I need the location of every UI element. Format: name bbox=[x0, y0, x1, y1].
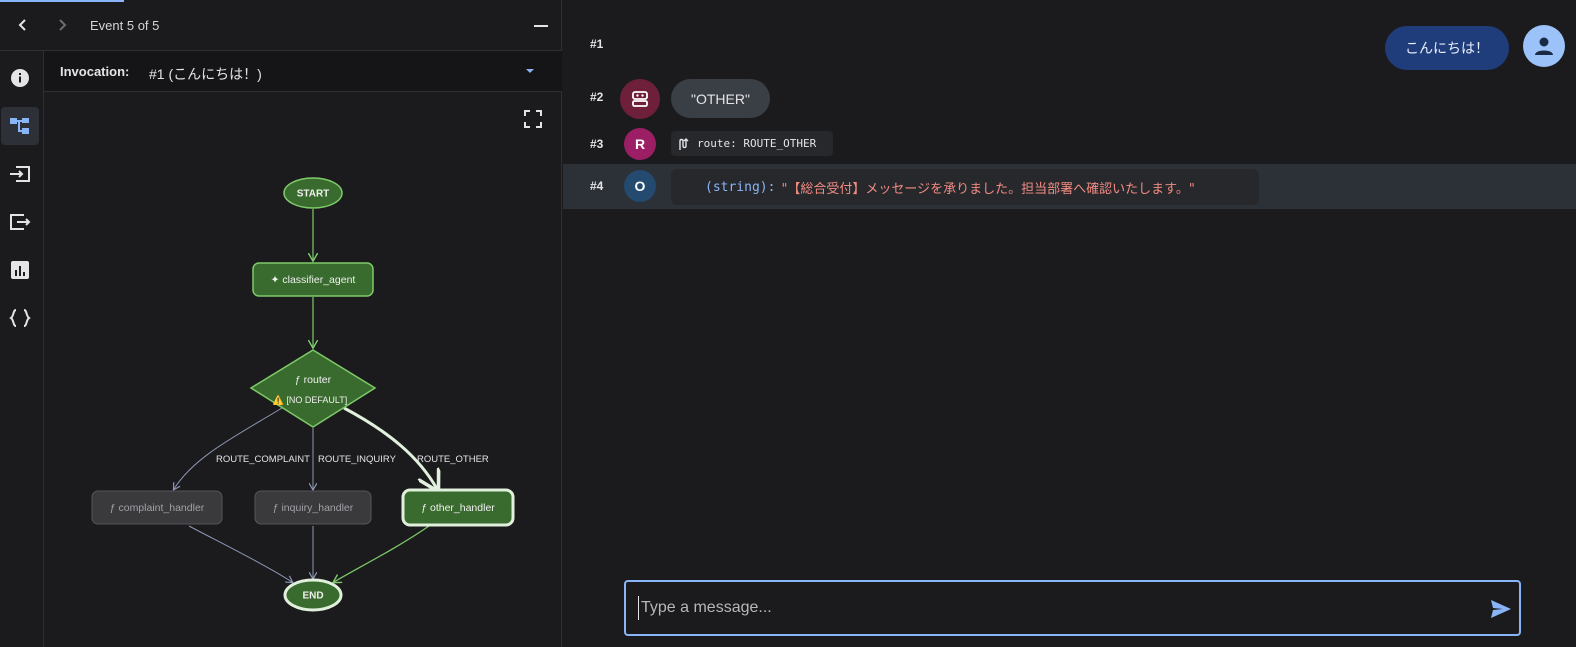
node-inquiry-handler[interactable]: ƒ inquiry_handler bbox=[254, 490, 372, 525]
route-icon bbox=[679, 137, 689, 150]
event-header: Event 5 of 5 bbox=[0, 0, 562, 51]
bot-avatar bbox=[620, 79, 660, 119]
invocation-bar: Invocation: #1 (こんにちは！) bbox=[44, 51, 562, 92]
minimize-icon bbox=[534, 25, 548, 27]
info-tab[interactable] bbox=[1, 59, 39, 97]
invocation-value: #1 (こんにちは！) bbox=[149, 66, 262, 82]
node-other-label: ƒ other_handler bbox=[421, 502, 495, 514]
invocation-select[interactable]: #1 (こんにちは！) bbox=[149, 57, 544, 85]
invocation-label: Invocation: bbox=[60, 64, 130, 79]
fullscreen-icon bbox=[524, 110, 542, 128]
output-tab[interactable] bbox=[1, 203, 39, 241]
node-other-handler[interactable]: ƒ other_handler bbox=[401, 488, 515, 527]
edge-label-other: ROUTE_OTHER bbox=[417, 454, 489, 465]
side-rail bbox=[0, 51, 44, 647]
robot-icon bbox=[632, 91, 648, 107]
node-start-label: START bbox=[297, 189, 330, 200]
node-complaint-label: ƒ complaint_handler bbox=[110, 502, 205, 514]
user-message-bubble[interactable]: こんにちは！ bbox=[1385, 26, 1509, 70]
output-colon: : bbox=[767, 179, 776, 195]
event-counter: Event 5 of 5 bbox=[90, 18, 160, 33]
chart-icon bbox=[11, 261, 29, 279]
graph-icon bbox=[10, 118, 29, 134]
fullscreen-button[interactable] bbox=[522, 108, 544, 130]
node-complaint-handler[interactable]: ƒ complaint_handler bbox=[91, 490, 223, 525]
chat-panel: #1 こんにちは！ #2 "OTHER" #3 R route: ROUTE_O… bbox=[563, 0, 1576, 647]
left-panel: Event 5 of 5 Invocation: #1 (こんにちは！) ROU… bbox=[0, 0, 562, 647]
chevron-right-icon bbox=[59, 19, 67, 31]
node-end[interactable]: END bbox=[283, 578, 343, 612]
caret-down-icon bbox=[526, 69, 534, 73]
chart-tab[interactable] bbox=[1, 251, 39, 289]
output-value: "【総合受付】メッセージを承りました。担当部署へ確認いたします。" bbox=[781, 181, 1195, 197]
graph-canvas: ROUTE_COMPLAINT ROUTE_INQUIRY ROUTE_OTHE… bbox=[91, 177, 515, 612]
edge-router-other bbox=[343, 406, 437, 489]
json-tab[interactable] bbox=[1, 299, 39, 337]
event-row-1[interactable]: #1 こんにちは！ bbox=[563, 0, 1576, 72]
next-event-button[interactable] bbox=[51, 14, 73, 36]
send-icon bbox=[1491, 600, 1511, 618]
graph-tab[interactable] bbox=[1, 107, 39, 145]
node-classifier-agent[interactable]: ✦ classifier_agent bbox=[252, 262, 374, 297]
node-router-label: ƒ router bbox=[295, 374, 332, 386]
minimize-button[interactable] bbox=[530, 14, 552, 36]
event-number: #4 bbox=[590, 179, 604, 193]
edge-complaint-end bbox=[188, 525, 292, 582]
input-tab[interactable] bbox=[1, 155, 39, 193]
node-end-label: END bbox=[302, 591, 323, 602]
send-button[interactable] bbox=[1488, 596, 1514, 622]
output-key: (string) bbox=[705, 179, 768, 195]
agent-message-bubble[interactable]: "OTHER" bbox=[671, 79, 770, 118]
edge-label-inquiry: ROUTE_INQUIRY bbox=[318, 454, 397, 465]
output-icon bbox=[10, 214, 31, 230]
chevron-left-icon bbox=[18, 19, 26, 31]
router-avatar: R bbox=[624, 128, 656, 160]
output-avatar: O bbox=[624, 170, 656, 202]
message-input[interactable] bbox=[638, 596, 1458, 620]
node-inquiry-label: ƒ inquiry_handler bbox=[273, 502, 354, 514]
edge-other-end bbox=[334, 525, 430, 582]
node-classifier-label: ✦ classifier_agent bbox=[271, 274, 356, 286]
input-icon bbox=[10, 166, 30, 182]
message-composer bbox=[624, 580, 1521, 636]
output-chip[interactable]: (string) : "【総合受付】メッセージを承りました。担当部署へ確認いたし… bbox=[671, 169, 1259, 205]
event-number: #2 bbox=[590, 90, 604, 104]
edge-label-complaint: ROUTE_COMPLAINT bbox=[216, 454, 310, 465]
info-icon bbox=[11, 69, 29, 87]
node-router-warning: ⚠️ [NO DEFAULT] bbox=[273, 394, 348, 405]
agent-graph: ROUTE_COMPLAINT ROUTE_INQUIRY ROUTE_OTHE… bbox=[44, 92, 562, 647]
previous-event-button[interactable] bbox=[12, 14, 34, 36]
event-number: #3 bbox=[590, 137, 604, 151]
user-avatar bbox=[1523, 25, 1565, 67]
route-chip[interactable]: route: ROUTE_OTHER bbox=[671, 131, 833, 156]
person-icon bbox=[1535, 37, 1553, 55]
edge-router-complaint bbox=[174, 407, 283, 489]
event-number: #1 bbox=[590, 37, 604, 51]
node-start[interactable]: START bbox=[283, 177, 343, 209]
json-icon bbox=[9, 309, 31, 327]
route-text: route: ROUTE_OTHER bbox=[697, 137, 817, 150]
